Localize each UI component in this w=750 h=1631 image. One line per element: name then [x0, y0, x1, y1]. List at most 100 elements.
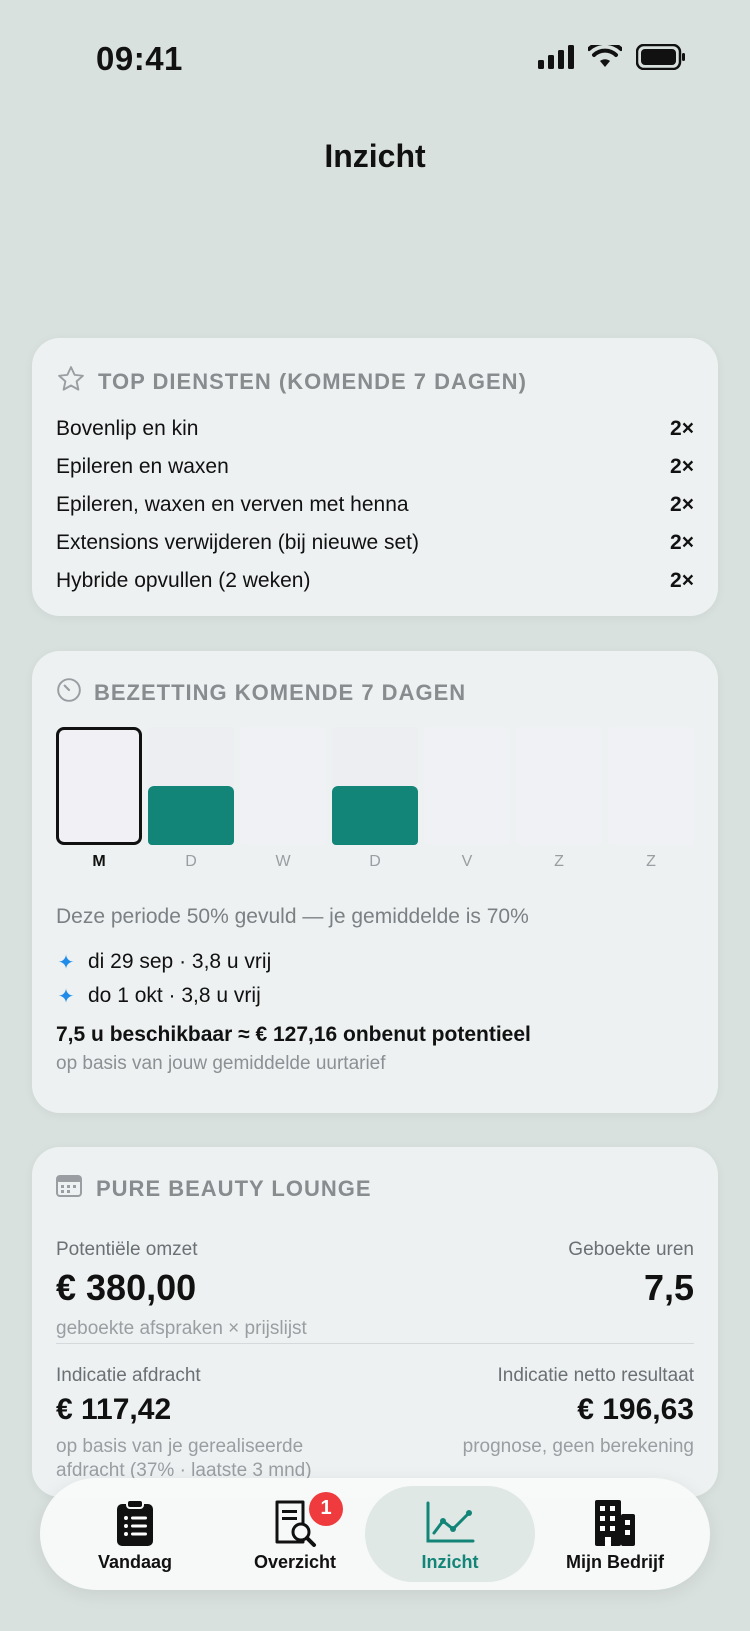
- unused-potential-note: op basis van jouw gemiddelde uurtarief: [56, 1053, 386, 1074]
- day-label: W: [275, 853, 291, 870]
- payout-label: Indicatie afdracht: [56, 1365, 201, 1386]
- wifi-icon: [587, 40, 623, 74]
- clipboard-icon: [115, 1496, 155, 1550]
- top-services-list: Bovenlip en kin 2× Epileren en waxen 2× …: [56, 410, 694, 600]
- service-row: Epileren en waxen 2×: [56, 448, 694, 486]
- building-icon: [593, 1496, 637, 1550]
- tab-inzicht[interactable]: Inzicht: [365, 1486, 535, 1582]
- day-occupancy-fill: [148, 786, 234, 845]
- tab-overzicht[interactable]: 1 Overzicht: [210, 1486, 380, 1582]
- day-column[interactable]: W: [240, 727, 326, 871]
- status-icons: [538, 40, 686, 75]
- hours-label: Geboekte uren: [568, 1239, 694, 1260]
- day-column[interactable]: Z: [608, 727, 694, 871]
- day-label: M: [92, 853, 106, 870]
- occupancy-title: BEZETTING KOMENDE 7 DAGEN: [94, 679, 467, 705]
- tab-vandaag[interactable]: Vandaag: [50, 1486, 220, 1582]
- occupancy-bars: MDWDVZZ: [56, 727, 694, 871]
- revenue-kpi: Potentiële omzet € 380,00 geboekte afspr…: [56, 1239, 307, 1341]
- net-result-kpi: Indicatie netto resultaat € 196,63 progn…: [463, 1365, 694, 1459]
- status-time: 09:41: [96, 40, 183, 77]
- star-icon: [56, 364, 86, 399]
- day-label: V: [461, 853, 473, 870]
- signal-icon: [538, 45, 574, 74]
- tab-label: Overzicht: [253, 1551, 337, 1572]
- occupancy-card: BEZETTING KOMENDE 7 DAGEN M D W D V Z Z Deze p…: [32, 651, 718, 1113]
- tab-bar: Vandaag 1 Overzicht Inzicht Mijn Bedrijf: [40, 1478, 710, 1590]
- top-services-title: TOP DIENSTEN (KOMENDE 7 DAGEN): [98, 368, 527, 394]
- tab-label: Vandaag: [97, 1551, 173, 1572]
- day-occupancy-bar: [240, 727, 326, 845]
- day-column[interactable]: D: [148, 727, 234, 871]
- service-name: Epileren en waxen: [56, 455, 229, 478]
- free-slot-row[interactable]: ✦ di 29 sep · 3,8 u vrij: [56, 945, 272, 979]
- status-bar: 09:41: [0, 0, 750, 120]
- unused-potential: 7,5 u beschikbaar ≈ € 127,16 onbenut pot…: [56, 1023, 531, 1046]
- day-occupancy-bar: [332, 727, 418, 845]
- service-count: 2×: [670, 569, 694, 592]
- free-slot-row[interactable]: ✦ do 1 okt · 3,8 u vrij: [56, 979, 271, 1013]
- day-occupancy-bar: [56, 727, 142, 845]
- notification-badge: 1: [309, 1491, 343, 1526]
- revenue-note: geboekte afspraken × prijslijst: [56, 1318, 307, 1339]
- day-label: Z: [646, 853, 656, 870]
- business-header: PURE BEAUTY LOUNGE: [56, 1173, 372, 1204]
- sparkle-icon: ✦: [57, 985, 75, 1008]
- service-row: Extensions verwijderen (bij nieuwe set) …: [56, 524, 694, 562]
- hours-kpi: Geboekte uren 7,5: [568, 1239, 694, 1309]
- page-title: Inzicht: [324, 138, 426, 174]
- business-card: PURE BEAUTY LOUNGE Potentiële omzet € 38…: [32, 1147, 718, 1497]
- service-name: Extensions verwijderen (bij nieuwe set): [56, 531, 419, 554]
- service-name: Bovenlip en kin: [56, 417, 199, 440]
- service-row: Hybride opvullen (2 weken) 2×: [56, 562, 694, 600]
- tab-label: Inzicht: [421, 1551, 479, 1572]
- day-label: D: [185, 853, 197, 870]
- day-occupancy-fill: [332, 786, 418, 845]
- service-count: 2×: [670, 455, 694, 478]
- net-result-note: prognose, geen berekening: [462, 1436, 694, 1457]
- payout-kpi: Indicatie afdracht € 117,42 op basis van…: [56, 1365, 312, 1483]
- revenue-label: Potentiële omzet: [56, 1239, 198, 1260]
- divider: [56, 1343, 694, 1344]
- top-services-card: TOP DIENSTEN (KOMENDE 7 DAGEN) Bovenlip …: [32, 338, 718, 616]
- day-occupancy-bar: [516, 727, 602, 845]
- day-label: D: [369, 853, 381, 870]
- payout-note: op basis van je gerealiseerde afdracht (…: [56, 1435, 312, 1483]
- occupancy-summary: Deze periode 50% gevuld — je gemiddelde …: [56, 905, 529, 928]
- day-column[interactable]: D: [332, 727, 418, 871]
- service-count: 2×: [670, 493, 694, 516]
- day-occupancy-bar: [608, 727, 694, 845]
- occupancy-header: BEZETTING KOMENDE 7 DAGEN: [56, 677, 466, 708]
- hours-value: 7,5: [643, 1267, 694, 1308]
- sparkle-icon: ✦: [57, 951, 75, 974]
- service-count: 2×: [670, 417, 694, 440]
- revenue-value: € 380,00: [56, 1267, 197, 1308]
- free-slot-text: do 1 okt · 3,8 u vrij: [88, 984, 261, 1007]
- net-result-label: Indicatie netto resultaat: [497, 1365, 694, 1386]
- gauge-icon: [56, 677, 82, 708]
- calendar-icon: [56, 1173, 84, 1204]
- document-search-icon: 1: [273, 1491, 343, 1550]
- service-name: Hybride opvullen (2 weken): [56, 569, 311, 592]
- service-name: Epileren, waxen en verven met henna: [56, 493, 409, 516]
- payout-note-line: op basis van je gerealiseerde: [56, 1436, 304, 1457]
- day-column[interactable]: Z: [516, 727, 602, 871]
- tab-mijn-bedrijf[interactable]: Mijn Bedrijf: [530, 1486, 700, 1582]
- free-slots-list: ✦ di 29 sep · 3,8 u vrij ✦ do 1 okt · 3,…: [56, 945, 272, 1013]
- payout-value: € 117,42: [56, 1393, 172, 1426]
- day-column[interactable]: V: [424, 727, 510, 871]
- business-title: PURE BEAUTY LOUNGE: [96, 1175, 372, 1201]
- day-column[interactable]: M: [56, 727, 142, 871]
- net-result-value: € 196,63: [577, 1393, 694, 1426]
- service-count: 2×: [670, 531, 694, 554]
- tab-label: Mijn Bedrijf: [566, 1551, 664, 1572]
- service-row: Bovenlip en kin 2×: [56, 410, 694, 448]
- battery-icon: [635, 43, 686, 75]
- free-slot-text: di 29 sep · 3,8 u vrij: [88, 950, 272, 973]
- day-label: Z: [554, 853, 564, 870]
- day-occupancy-bar: [148, 727, 234, 845]
- chart-line-icon: [425, 1496, 475, 1550]
- day-occupancy-bar: [424, 727, 510, 845]
- top-services-header: TOP DIENSTEN (KOMENDE 7 DAGEN): [56, 364, 527, 399]
- service-row: Epileren, waxen en verven met henna 2×: [56, 486, 694, 524]
